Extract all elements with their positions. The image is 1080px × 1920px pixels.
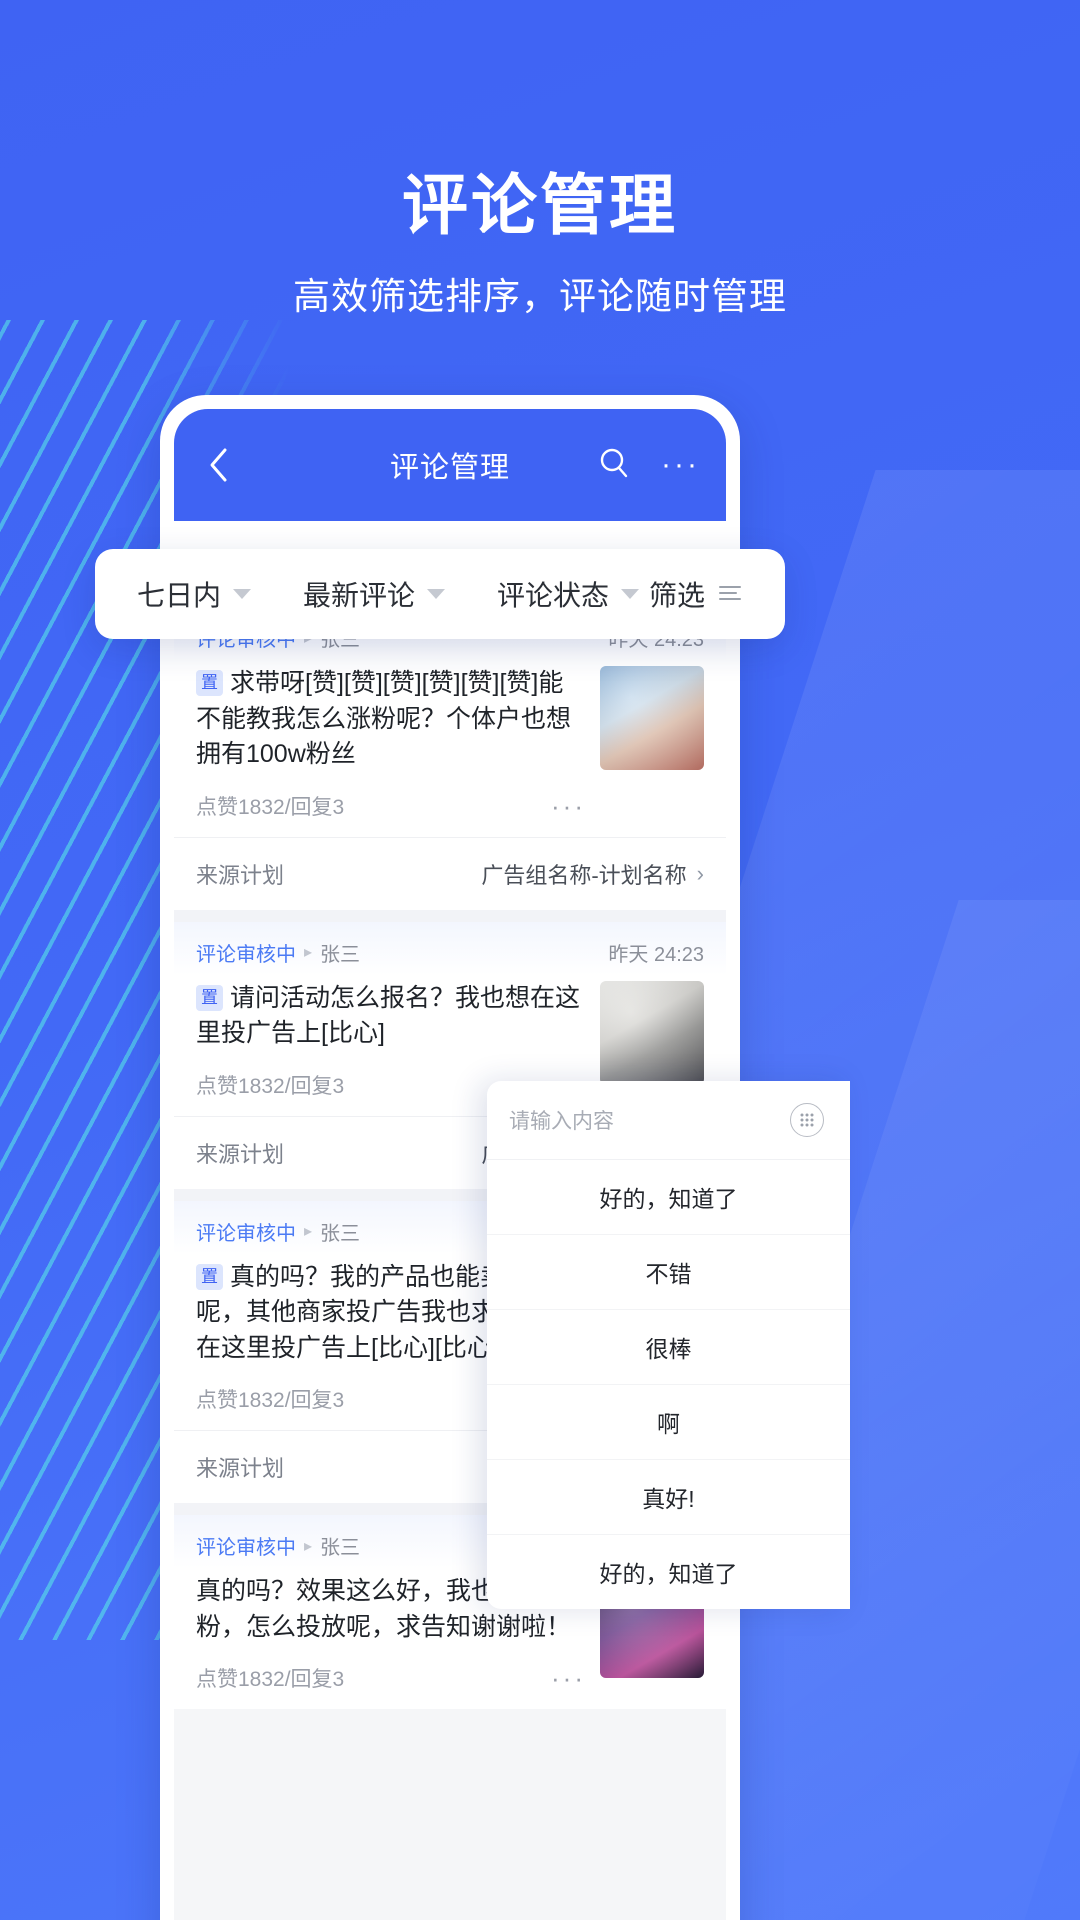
comment-time: 昨天 24:23	[608, 943, 704, 966]
status-badge: 评论审核中	[196, 943, 296, 966]
comment-thumbnail[interactable]	[600, 980, 704, 1085]
comment-author: 张三	[320, 1222, 361, 1245]
comment-body: 置求带呀[赞][赞][赞][赞][赞][赞]能不能教我怎么涨粉呢？个体户也想拥有…	[174, 660, 726, 837]
filter-date-range[interactable]: 七日内	[137, 574, 252, 614]
chevron-down-icon	[233, 589, 252, 599]
comment-author: 张三	[320, 943, 361, 966]
likes-replies-count: 点赞1832/回复3	[196, 1389, 345, 1412]
list-item[interactable]: 啊	[487, 1385, 850, 1460]
comment-thumbnail[interactable]	[600, 666, 704, 770]
comment-text-column: 置求带呀[赞][赞][赞][赞][赞][赞]能不能教我怎么涨粉呢？个体户也想拥有…	[196, 666, 600, 837]
page-subtitle: 高效筛选排序，评论随时管理	[293, 275, 787, 317]
hero-section: 评论管理 高效筛选排序，评论随时管理	[0, 168, 1080, 320]
reply-input[interactable]: 请输入内容	[509, 1105, 614, 1135]
list-item[interactable]: 不错	[487, 1235, 850, 1310]
page-title: 评论管理	[402, 168, 678, 242]
comment-text-value: 求带呀[赞][赞][赞][赞][赞][赞]能不能教我怎么涨粉呢？个体户也想拥有1…	[196, 669, 572, 768]
comment-source-row[interactable]: 来源计划 广告组名称-计划名称 ›	[174, 836, 726, 910]
separator-icon: ▸	[304, 1537, 313, 1555]
table-row[interactable]: 评论审核中 ▸ 张三 昨天 24:23 置求带呀[赞][赞][赞][赞][赞][…	[174, 607, 726, 910]
search-icon[interactable]	[597, 446, 631, 485]
filter-comment-status-label: 评论状态	[497, 580, 610, 611]
separator-icon: ▸	[304, 944, 313, 961]
more-horizontal-icon[interactable]: ···	[661, 450, 700, 480]
comment-text: 置请问活动怎么报名？我也想在这里投广告上[比心]	[196, 981, 586, 1052]
list-item[interactable]: 好的，知道了	[487, 1535, 850, 1609]
source-label: 来源计划	[196, 1456, 285, 1481]
list-item[interactable]: 真好!	[487, 1460, 850, 1535]
filter-advanced[interactable]: 筛选	[649, 574, 743, 614]
comment-text-value: 请问活动怎么报名？我也想在这里投广告上[比心]	[196, 983, 581, 1048]
status-badge: 评论审核中	[196, 1222, 296, 1245]
comment-header: 评论审核中 ▸ 张三 昨天 24:23	[174, 921, 726, 975]
chevron-left-icon	[207, 447, 229, 483]
emoji-grid-icon[interactable]	[790, 1103, 824, 1137]
chevron-down-icon	[621, 589, 640, 599]
reply-input-row[interactable]: 请输入内容	[487, 1081, 850, 1160]
navbar-actions: ···	[597, 446, 700, 485]
filter-lines-icon	[717, 578, 743, 610]
chevron-right-icon: ›	[696, 860, 704, 886]
list-item[interactable]: 好的，知道了	[487, 1160, 850, 1235]
filter-sort-order[interactable]: 最新评论	[303, 574, 446, 614]
app-navbar: 评论管理 ···	[174, 409, 726, 521]
list-item[interactable]: 很棒	[487, 1310, 850, 1385]
source-label: 来源计划	[196, 862, 285, 888]
filter-comment-status[interactable]: 评论状态	[497, 574, 640, 614]
filter-toolbar: 七日内 最新评论 评论状态 筛选	[95, 549, 785, 639]
comment-more-button[interactable]: ···	[551, 1665, 586, 1691]
pin-badge: 置	[196, 1263, 223, 1290]
chevron-down-icon	[427, 589, 446, 599]
comment-meta: 点赞1832/回复3 ···	[196, 791, 586, 837]
source-value-text: 广告组名称-计划名称	[481, 862, 687, 888]
likes-replies-count: 点赞1832/回复3	[196, 795, 345, 819]
separator-icon: ▸	[304, 1223, 313, 1240]
source-value: 广告组名称-计划名称 ›	[481, 858, 704, 890]
filter-advanced-label: 筛选	[648, 580, 705, 611]
likes-replies-count: 点赞1832/回复3	[196, 1668, 345, 1691]
filter-sort-order-label: 最新评论	[303, 580, 416, 611]
pin-badge: 置	[196, 984, 223, 1011]
source-label: 来源计划	[196, 1141, 285, 1167]
comment-author: 张三	[320, 1537, 361, 1559]
comment-text: 置求带呀[赞][赞][赞][赞][赞][赞]能不能教我怎么涨粉呢？个体户也想拥有…	[196, 666, 586, 773]
filter-date-range-label: 七日内	[137, 580, 222, 611]
quick-reply-panel: 请输入内容 好的，知道了 不错 很棒 啊 真好! 好的，知道了	[487, 1081, 850, 1609]
status-badge: 评论审核中	[196, 1537, 296, 1559]
comment-more-button[interactable]: ···	[551, 793, 586, 819]
likes-replies-count: 点赞1832/回复3	[196, 1074, 345, 1098]
comment-meta: 点赞1832/回复3 ···	[196, 1663, 586, 1709]
pin-badge: 置	[196, 670, 223, 697]
back-button[interactable]	[200, 447, 236, 483]
